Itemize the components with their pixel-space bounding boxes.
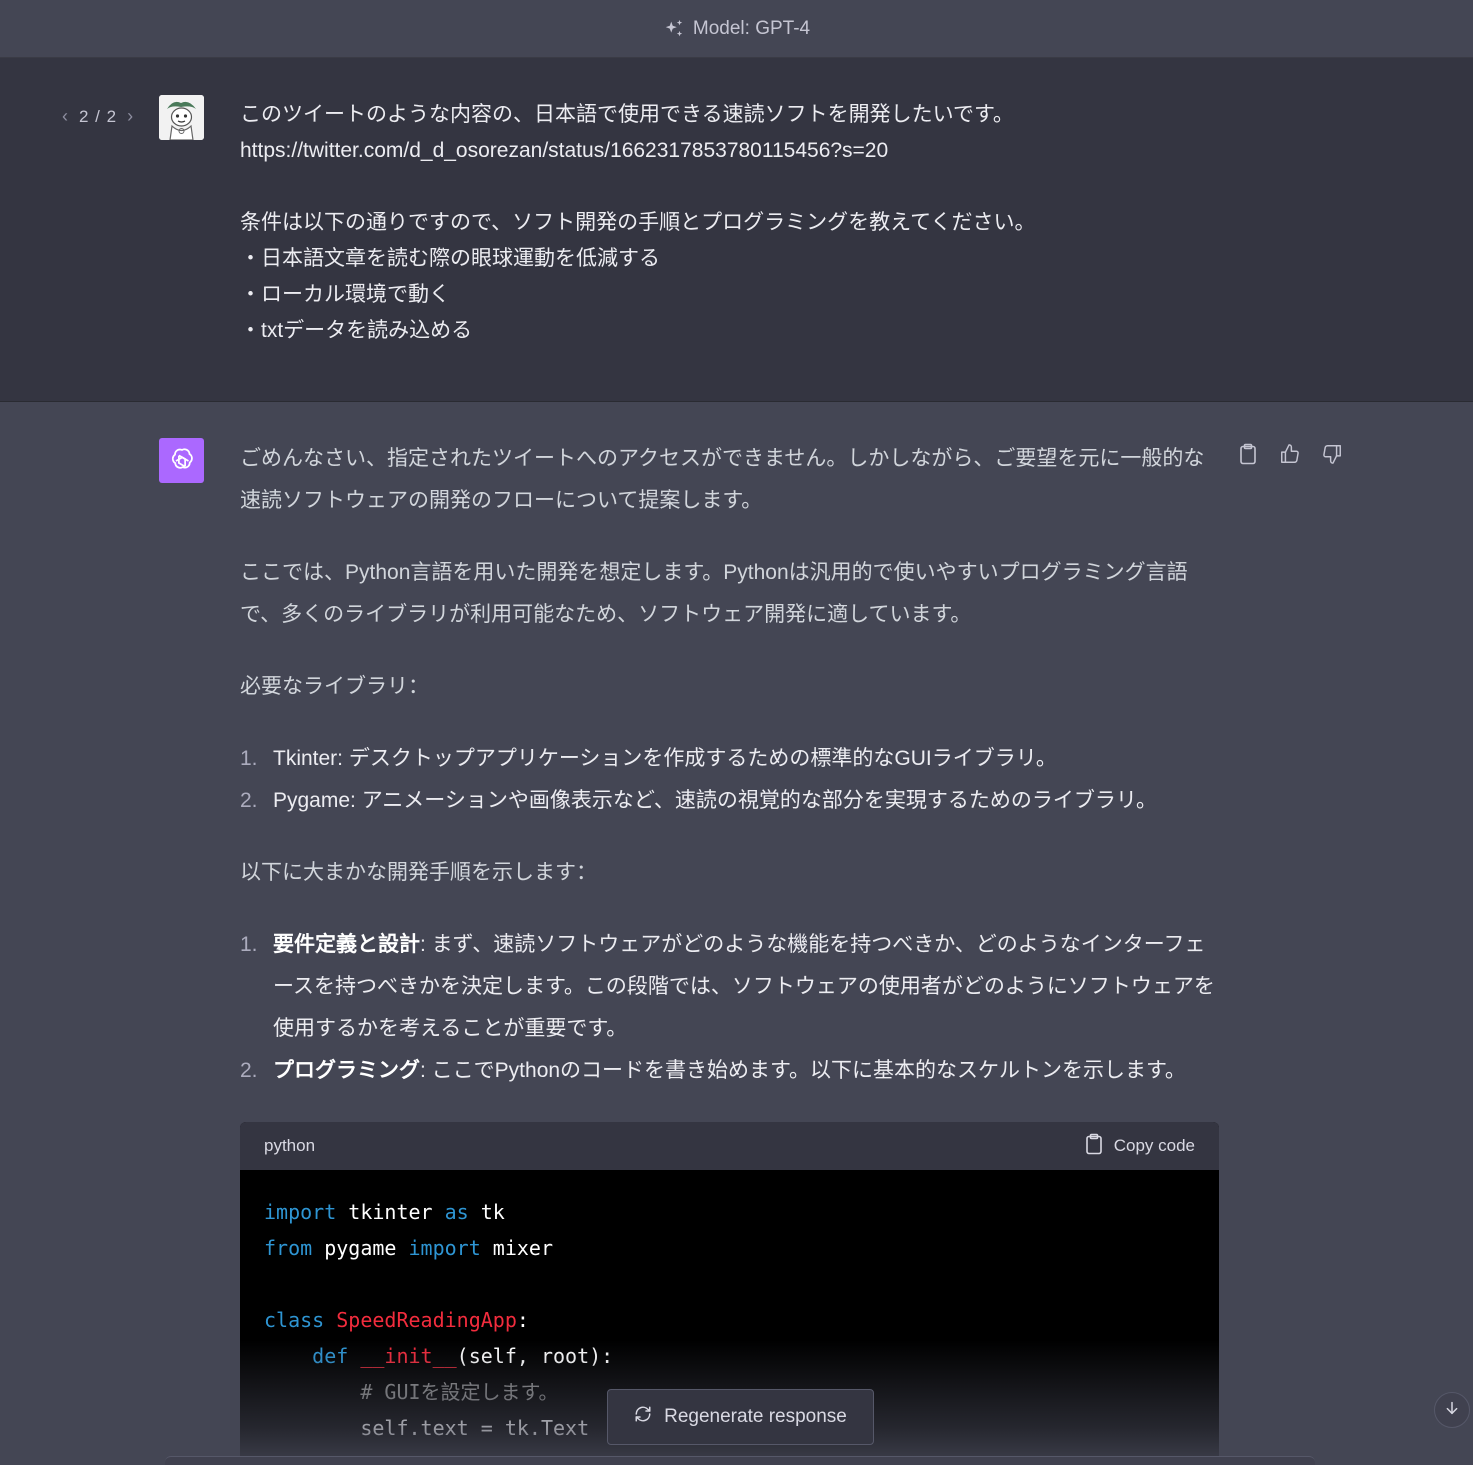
pager-label: 2 / 2 (79, 106, 118, 126)
steps-list: 1. 要件定義と設計: まず、速読ソフトウェアがどのような機能を持つべきか、どの… (240, 924, 1220, 1092)
user-line: ・ローカル環境で動く (240, 283, 450, 306)
user-line: ・日本語文章を読む際の眼球運動を低減する (240, 247, 660, 270)
answer-paragraph: 以下に大まかな開発手順を示します： (240, 861, 597, 884)
chevron-right-icon[interactable]: › (127, 106, 134, 127)
user-line: 条件は以下の通りですので、ソフト開発の手順とプログラミングを教えてください。 (240, 211, 1036, 234)
list-item: 1. Tkinter: デスクトップアプリケーションを作成するための標準的なGU… (240, 747, 1057, 770)
user-line-link: https://twitter.com/d_d_osorezan/status/… (240, 139, 889, 162)
user-line: ・txtデータを読み込める (240, 319, 473, 342)
thumbs-up-icon[interactable] (1278, 442, 1302, 466)
clipboard-icon[interactable] (1236, 442, 1260, 466)
sparkle-icon (663, 18, 685, 40)
clipboard-icon (1084, 1133, 1104, 1160)
code-language: python (264, 1136, 316, 1155)
arrow-down-icon (1444, 1400, 1460, 1421)
scroll-to-bottom-button[interactable] (1434, 1392, 1470, 1428)
user-message-text: このツイートのような内容の、日本語で使用できる速読ソフトを開発したいです。 ht… (240, 97, 1240, 349)
assistant-message: ごめんなさい、指定されたツイートへのアクセスができません。しかしながら、ご要望を… (240, 438, 1220, 1122)
answer-paragraph: 必要なライブラリ： (240, 675, 429, 698)
answer-paragraph: ごめんなさい、指定されたツイートへのアクセスができません。しかしながら、ご要望を… (240, 447, 1205, 512)
chevron-left-icon[interactable]: ‹ (62, 106, 69, 127)
copy-code-label: Copy code (1113, 1136, 1195, 1155)
chatgpt-logo-icon (159, 438, 204, 483)
user-line: このツイートのような内容の、日本語で使用できる速読ソフトを開発したいです。 (240, 103, 1014, 126)
list-item: 2. プログラミング: ここでPythonのコードを書き始めます。以下に基本的な… (240, 1059, 1186, 1082)
message-actions (1236, 442, 1344, 466)
list-item: 2. Pygame: アニメーションや画像表示など、速読の視覚的な部分を実現する… (240, 789, 1157, 812)
user-avatar (159, 95, 204, 140)
code-header: python Copy code (240, 1122, 1219, 1170)
library-list: 1. Tkinter: デスクトップアプリケーションを作成するための標準的なGU… (240, 738, 1220, 822)
model-label: Model: GPT-4 (692, 17, 811, 39)
regenerate-response-button[interactable]: Regenerate response (607, 1389, 874, 1445)
copy-code-button[interactable]: Copy code (1084, 1133, 1195, 1160)
regenerate-label: Regenerate response (664, 1406, 847, 1427)
input-area-edge (165, 1456, 1315, 1465)
refresh-icon (634, 1405, 652, 1429)
message-pager: ‹ 2 / 2 › (62, 106, 134, 127)
list-item: 1. 要件定義と設計: まず、速読ソフトウェアがどのような機能を持つべきか、どの… (240, 933, 1215, 1040)
thumbs-down-icon[interactable] (1320, 442, 1344, 466)
answer-paragraph: ここでは、Python言語を用いた開発を想定します。Pythonは汎用的で使いや… (240, 561, 1188, 626)
model-header: Model: GPT-4 (0, 0, 1473, 58)
